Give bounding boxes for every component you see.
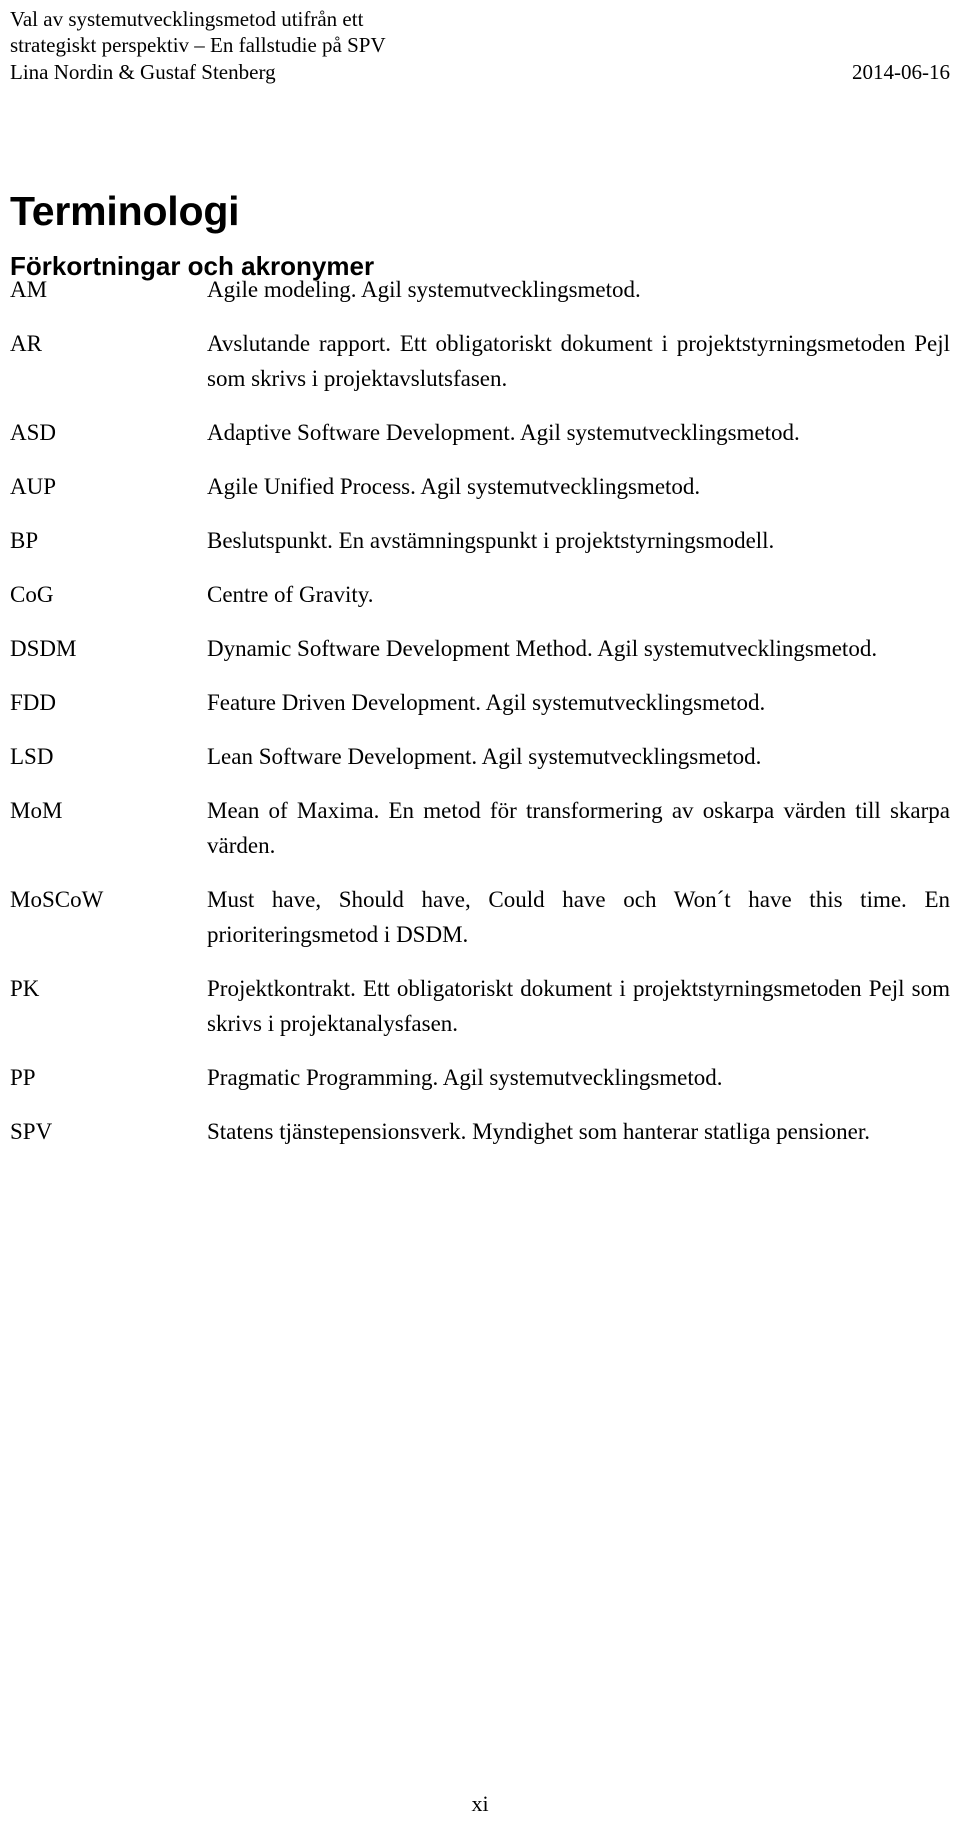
glossary-entry: CoG Centre of Gravity. (10, 577, 950, 612)
header-title-line-2: strategiskt perspektiv – En fallstudie p… (10, 33, 386, 57)
glossary-list: AM Agile modeling. Agil systemutveckling… (10, 272, 950, 1168)
glossary-entry: LSD Lean Software Development. Agil syst… (10, 739, 950, 774)
glossary-term: MoSCoW (10, 887, 104, 912)
glossary-definition: Statens tjänstepensionsverk. Myndighet s… (207, 1119, 871, 1144)
glossary-definition: Lean Software Development. Agil systemut… (207, 744, 762, 769)
header-date: 2014-06-16 (852, 60, 950, 84)
glossary-entry: AR Avslutande rapport. Ett obligatoriskt… (10, 326, 950, 396)
chapter-title: Terminologi (10, 188, 240, 235)
glossary-term: CoG (10, 582, 54, 607)
header-authors: Lina Nordin & Gustaf Stenberg (10, 60, 276, 84)
glossary-definition: Avslutande rapport. Ett obligatoriskt do… (207, 331, 950, 391)
glossary-entry: PP Pragmatic Programming. Agil systemutv… (10, 1060, 950, 1095)
glossary-definition: Must have, Should have, Could have och W… (207, 887, 950, 947)
glossary-entry: SPV Statens tjänstepensionsverk. Myndigh… (10, 1114, 950, 1149)
glossary-term: PK (10, 976, 40, 1001)
glossary-term: AM (10, 277, 48, 302)
glossary-entry: PK Projektkontrakt. Ett obligatoriskt do… (10, 971, 950, 1041)
glossary-term: AUP (10, 474, 57, 499)
glossary-term: LSD (10, 744, 54, 769)
glossary-entry: MoM Mean of Maxima. En metod för transfo… (10, 793, 950, 863)
glossary-term: BP (10, 528, 39, 553)
glossary-term: MoM (10, 798, 63, 823)
glossary-entry: MoSCoW Must have, Should have, Could hav… (10, 882, 950, 952)
glossary-definition: Beslutspunkt. En avstämningspunkt i proj… (207, 528, 775, 553)
glossary-entry: AM Agile modeling. Agil systemutveckling… (10, 272, 950, 307)
glossary-entry: BP Beslutspunkt. En avstämningspunkt i p… (10, 523, 950, 558)
glossary-definition: Agile Unified Process. Agil systemutveck… (207, 474, 701, 499)
glossary-term: SPV (10, 1119, 53, 1144)
glossary-definition: Projektkontrakt. Ett obligatoriskt dokum… (207, 976, 950, 1036)
glossary-term: AR (10, 331, 42, 356)
glossary-definition: Centre of Gravity. (207, 582, 374, 607)
glossary-entry: DSDM Dynamic Software Development Method… (10, 631, 950, 666)
page-running-header: Val av systemutvecklingsmetod utifrån et… (10, 6, 950, 85)
glossary-term: FDD (10, 690, 57, 715)
glossary-entry: AUP Agile Unified Process. Agil systemut… (10, 469, 950, 504)
glossary-entry: FDD Feature Driven Development. Agil sys… (10, 685, 950, 720)
glossary-term: DSDM (10, 636, 77, 661)
glossary-term: ASD (10, 420, 57, 445)
glossary-entry: ASD Adaptive Software Development. Agil … (10, 415, 950, 450)
header-title-line-1: Val av systemutvecklingsmetod utifrån et… (10, 7, 364, 31)
glossary-definition: Agile modeling. Agil systemutvecklingsme… (207, 277, 641, 302)
glossary-definition: Feature Driven Development. Agil systemu… (207, 690, 766, 715)
glossary-definition: Pragmatic Programming. Agil systemutveck… (207, 1065, 723, 1090)
glossary-term: PP (10, 1065, 36, 1090)
header-byline-row: Lina Nordin & Gustaf Stenberg 2014-06-16 (10, 59, 950, 85)
page-number: xi (471, 1791, 489, 1816)
glossary-definition: Dynamic Software Development Method. Agi… (207, 636, 878, 661)
glossary-definition: Adaptive Software Development. Agil syst… (207, 420, 800, 445)
glossary-definition: Mean of Maxima. En metod för transformer… (207, 798, 950, 858)
